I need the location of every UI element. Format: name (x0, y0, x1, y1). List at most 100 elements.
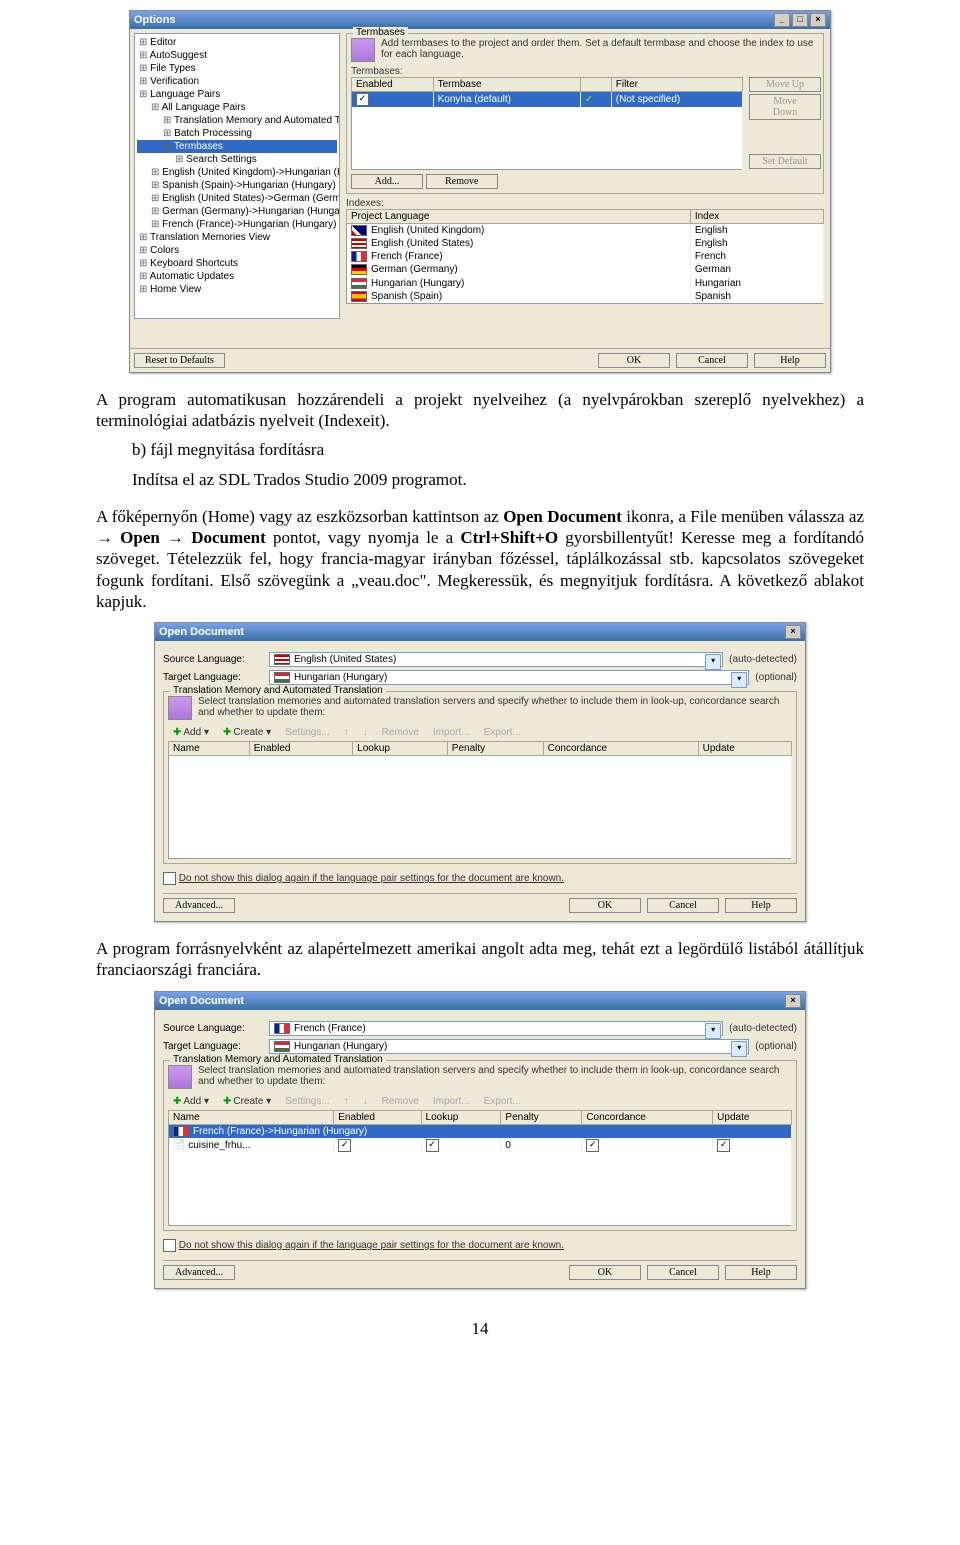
tm-table[interactable]: NameEnabledLookupPenaltyConcordanceUpdat… (168, 1110, 792, 1226)
target-hint: (optional) (755, 672, 797, 683)
move-down-button[interactable]: Move Down (749, 94, 821, 120)
titlebar[interactable]: Options _ □ × (130, 11, 830, 29)
options-tree[interactable]: ⊞ Editor⊞ AutoSuggest⊞ File Types⊞ Verif… (134, 33, 340, 319)
tree-item[interactable]: ⊞ English (United Kingdom)->Hungarian (H… (137, 166, 337, 179)
maximize-icon[interactable]: □ (792, 13, 808, 27)
set-default-button[interactable]: Set Default (749, 154, 821, 169)
titlebar[interactable]: Open Document × (155, 623, 805, 641)
tree-item[interactable]: ⊞ Batch Processing (137, 127, 337, 140)
tree-item[interactable]: ⊞ Translation Memories View (137, 231, 337, 244)
target-label: Target Language: (163, 672, 263, 683)
table-row[interactable]: Spanish (Spain)Spanish (347, 290, 824, 304)
tree-item[interactable]: ⊞ All Language Pairs (137, 101, 337, 114)
toolbar-button[interactable]: ✚ Create ▾ (220, 1095, 274, 1108)
table-row[interactable]: English (United States)English (347, 237, 824, 250)
open-document-dialog-2: Open Document × Source Language: French … (154, 991, 806, 1289)
toolbar-button[interactable]: Export... (481, 1095, 524, 1108)
reset-button[interactable]: Reset to Defaults (134, 353, 225, 368)
indexes-table[interactable]: Project LanguageIndexEnglish (United Kin… (346, 209, 824, 304)
close-icon[interactable]: × (785, 994, 801, 1008)
enabled-checkbox[interactable] (356, 93, 369, 106)
tree-item[interactable]: ⊞ English (United States)->German (Germa… (137, 192, 337, 205)
termbases-label: Termbases: (351, 66, 819, 77)
toolbar-button[interactable]: Remove (379, 726, 422, 739)
cancel-button[interactable]: Cancel (647, 1265, 719, 1280)
toolbar-button[interactable]: ↓ (360, 726, 371, 739)
close-icon[interactable]: × (785, 625, 801, 639)
tm-toolbar: ✚ Add ▾ ✚ Create ▾ Settings... ↑ ↓ Remove Impo… (168, 1093, 792, 1110)
minimize-icon[interactable]: _ (774, 13, 790, 27)
paragraph-3: A főképernyőn (Home) vagy az eszközsorba… (96, 506, 864, 612)
target-language-select[interactable]: Hungarian (Hungary)▾ (269, 1039, 749, 1054)
help-button[interactable]: Help (725, 898, 797, 913)
table-row[interactable]: 📄 cuisine_frhu...0 (169, 1138, 792, 1153)
toolbar-button[interactable]: ↑ (341, 1095, 352, 1108)
tree-item[interactable]: ⊞ French (France)->Hungarian (Hungary) (137, 218, 337, 231)
source-language-select[interactable]: English (United States)▾ (269, 652, 723, 667)
table-row[interactable]: German (Germany)German (347, 263, 824, 276)
chevron-down-icon: ▾ (731, 1041, 747, 1057)
paragraph-1: A program automatikusan hozzárendeli a p… (96, 389, 864, 432)
tree-item[interactable]: ⊞ Search Settings (137, 153, 337, 166)
tree-item[interactable]: ⊞ Verification (137, 75, 337, 88)
advanced-button[interactable]: Advanced... (163, 898, 235, 913)
noshow-label: Do not show this dialog again if the lan… (179, 873, 564, 884)
remove-button[interactable]: Remove (426, 174, 498, 189)
paragraph-2b: Indítsa el az SDL Trados Studio 2009 pro… (132, 469, 864, 490)
close-icon[interactable]: × (810, 13, 826, 27)
tree-item[interactable]: ⊞ Automatic Updates (137, 270, 337, 283)
toolbar-button[interactable]: Settings... (282, 726, 332, 739)
advanced-button[interactable]: Advanced... (163, 1265, 235, 1280)
toolbar-button[interactable]: ↑ (341, 726, 352, 739)
ok-button[interactable]: OK (569, 1265, 641, 1280)
noshow-checkbox[interactable] (163, 872, 176, 885)
ok-button[interactable]: OK (569, 898, 641, 913)
paragraph-2a: b) fájl megnyitása fordításra (132, 439, 864, 460)
titlebar[interactable]: Open Document × (155, 992, 805, 1010)
source-language-select[interactable]: French (France)▾ (269, 1021, 723, 1036)
noshow-checkbox[interactable] (163, 1239, 176, 1252)
help-button[interactable]: Help (754, 353, 826, 368)
toolbar-button[interactable]: Settings... (282, 1095, 332, 1108)
tree-item[interactable]: ⊞ Home View (137, 283, 337, 296)
toolbar-button[interactable]: Export... (481, 726, 524, 739)
tree-item[interactable]: ⊞ Termbases (137, 140, 337, 153)
tree-item[interactable]: ⊞ File Types (137, 62, 337, 75)
add-button[interactable]: Add... (351, 174, 423, 189)
tree-item[interactable]: ⊞ German (Germany)->Hungarian (Hungary) (137, 205, 337, 218)
source-label: Source Language: (163, 654, 263, 665)
tree-item[interactable]: ⊞ Colors (137, 244, 337, 257)
target-language-select[interactable]: Hungarian (Hungary)▾ (269, 670, 749, 685)
cancel-button[interactable]: Cancel (676, 353, 748, 368)
table-row[interactable]: Hungarian (Hungary)Hungarian (347, 277, 824, 290)
options-dialog: Options _ □ × ⊞ Editor⊞ AutoSuggest⊞ Fil… (129, 10, 831, 373)
tree-item[interactable]: ⊞ Editor (137, 36, 337, 49)
group-title: Termbases (353, 27, 408, 38)
termbases-table[interactable]: EnabledTermbaseFilter Konyha (default)✓(… (351, 77, 743, 170)
tm-icon (168, 1065, 192, 1089)
table-row[interactable]: French (France)French (347, 250, 824, 263)
move-up-button[interactable]: Move Up (749, 77, 821, 92)
tree-item[interactable]: ⊞ Language Pairs (137, 88, 337, 101)
ok-button[interactable]: OK (598, 353, 670, 368)
toolbar-button[interactable]: Import... (430, 1095, 473, 1108)
toolbar-button[interactable]: Import... (430, 726, 473, 739)
tm-table[interactable]: NameEnabledLookupPenaltyConcordanceUpdat… (168, 741, 792, 859)
tree-item[interactable]: ⊞ Spanish (Spain)->Hungarian (Hungary) (137, 179, 337, 192)
cancel-button[interactable]: Cancel (647, 898, 719, 913)
tree-item[interactable]: ⊞ Translation Memory and Automated Tran (137, 114, 337, 127)
source-hint: (auto-detected) (729, 654, 797, 665)
chevron-down-icon: ▾ (705, 654, 721, 670)
table-row[interactable]: English (United Kingdom)English (347, 224, 824, 238)
chevron-down-icon: ▾ (731, 672, 747, 688)
termbase-icon (351, 38, 375, 62)
toolbar-button[interactable]: Remove (379, 1095, 422, 1108)
toolbar-button[interactable]: ↓ (360, 1095, 371, 1108)
toolbar-button[interactable]: ✚ Add ▾ (170, 726, 212, 739)
paragraph-4: A program forrásnyelvként az alapértelme… (96, 938, 864, 981)
tree-item[interactable]: ⊞ Keyboard Shortcuts (137, 257, 337, 270)
tree-item[interactable]: ⊞ AutoSuggest (137, 49, 337, 62)
toolbar-button[interactable]: ✚ Create ▾ (220, 726, 274, 739)
toolbar-button[interactable]: ✚ Add ▾ (170, 1095, 212, 1108)
help-button[interactable]: Help (725, 1265, 797, 1280)
